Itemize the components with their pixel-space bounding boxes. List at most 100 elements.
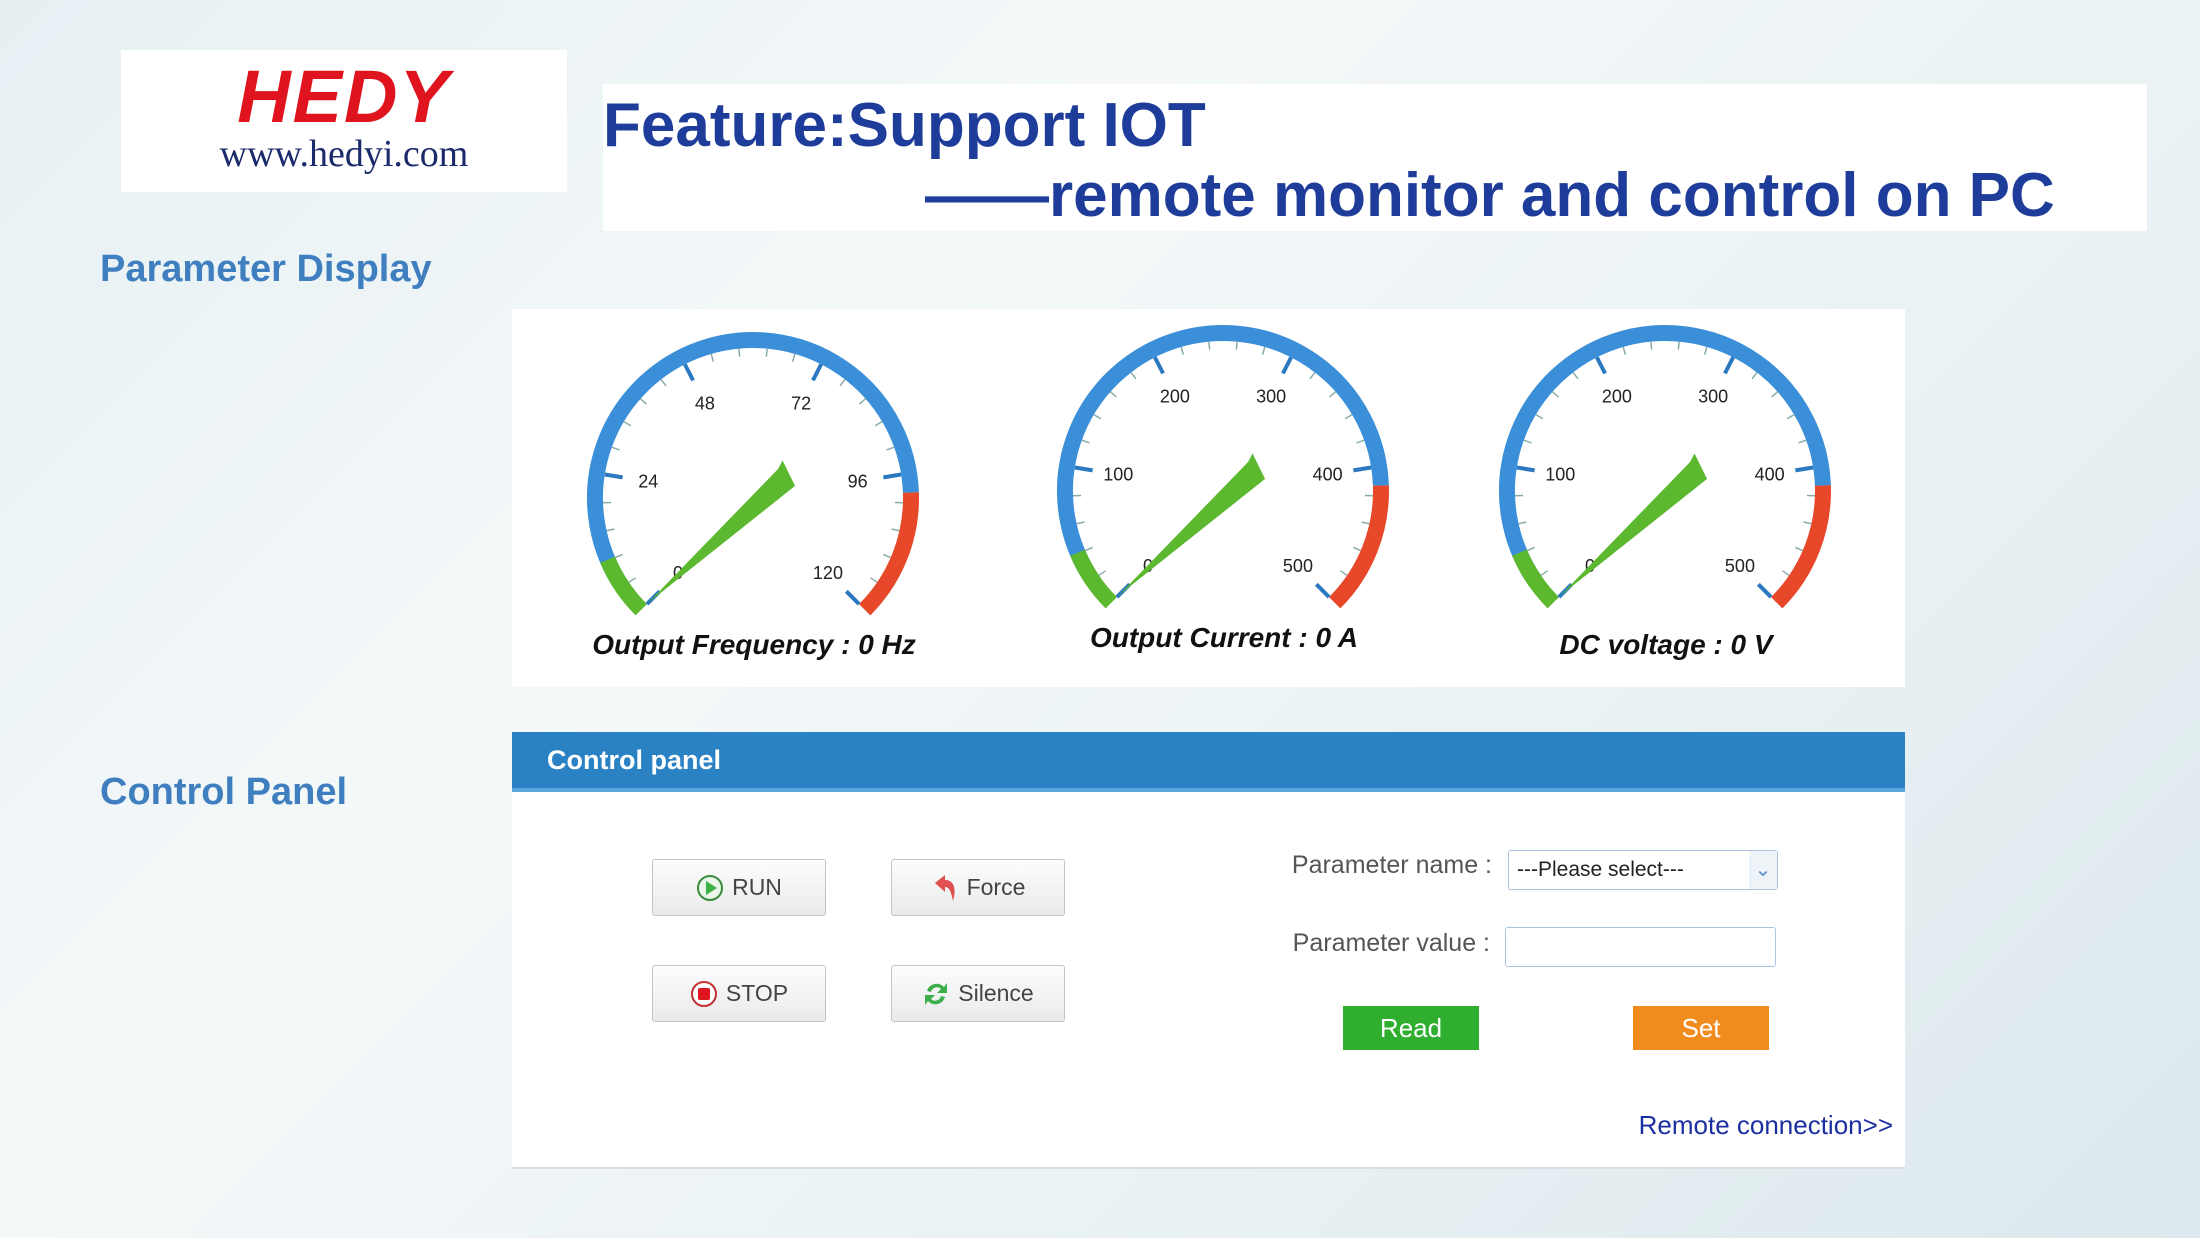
gauge-minor-tick (765, 348, 768, 357)
gauge-minor-tick (1650, 341, 1653, 350)
gauge-minor-tick (1803, 521, 1812, 525)
gauge-label: Output Current : 0 A (1089, 622, 1359, 653)
gauge-minor-tick (1344, 413, 1353, 420)
gauge-minor-tick (1677, 341, 1680, 350)
gauge-arc-low (1070, 549, 1118, 609)
gauge-minor-tick (791, 353, 796, 362)
parameter-name-select[interactable]: ---Please select--- ⌄ (1508, 850, 1778, 890)
gauge-minor-tick (1261, 346, 1266, 355)
gauge-minor-tick (1076, 521, 1085, 525)
run-label: RUN (732, 874, 782, 900)
gauge-needle (648, 460, 796, 603)
gauge-major-tick (683, 363, 695, 382)
gauge-minor-tick (660, 379, 667, 387)
gauge-minor-tick (1540, 570, 1548, 576)
gauge-minor-tick (623, 420, 632, 427)
gauge-minor-tick (615, 553, 623, 559)
gauge-minor-tick (1353, 546, 1361, 552)
gauge-minor-tick (1782, 570, 1790, 576)
gauge-needle (1118, 453, 1266, 596)
gauge-minor-tick (1786, 413, 1795, 420)
silence-button[interactable]: Silence (891, 965, 1065, 1022)
gauge-dc-voltage: 0100200300400500 DC voltage : 0 V (1456, 309, 1876, 687)
gauge-minor-tick (1208, 341, 1211, 350)
gauge-minor-tick (738, 348, 741, 357)
gauge-minor-tick (1795, 546, 1803, 552)
gauge-major-tick (811, 363, 823, 382)
gauge-minor-tick (1518, 521, 1527, 525)
stop-icon (690, 980, 717, 1007)
logo-brand: HEDY (237, 55, 451, 138)
gauge-minor-tick (859, 398, 867, 405)
gauge-tick-label: 500 (1283, 556, 1313, 576)
gauge-minor-tick (1527, 546, 1535, 552)
gauge-minor-tick (1535, 413, 1544, 420)
gauge-major-tick (844, 589, 861, 606)
gauge-arc-high (858, 492, 919, 616)
gauge-minor-tick (1235, 341, 1238, 350)
gauge-major-tick (1756, 582, 1773, 599)
remote-connection-link[interactable]: Remote connection>> (1639, 1110, 1893, 1141)
parameter-name-selected: ---Please select--- (1517, 858, 1684, 881)
gauge-minor-tick (1309, 372, 1316, 380)
gauge-minor-tick (874, 420, 883, 427)
gauge-needle (1560, 453, 1708, 596)
gauge-minor-tick (1085, 546, 1093, 552)
silence-label: Silence (958, 980, 1034, 1006)
gauge-minor-tick (1081, 439, 1090, 444)
gauge-minor-tick (870, 577, 878, 583)
control-panel-header: Control panel (512, 732, 1905, 792)
gauge-major-tick (1516, 465, 1535, 473)
gauge-major-tick (604, 472, 623, 480)
stop-button[interactable]: STOP (652, 965, 826, 1022)
stop-label: STOP (725, 980, 789, 1006)
control-panel: Control panel RUN Force STOP Silence Par… (512, 732, 1905, 1169)
gauge-tick-label: 300 (1256, 387, 1286, 407)
gauge-minor-tick (1551, 391, 1559, 398)
gauge-tick-label: 24 (638, 471, 658, 491)
gauge-tick-label: 300 (1698, 387, 1728, 407)
gauge-tick-label: 120 (813, 563, 843, 583)
logo-url: www.hedyi.com (219, 133, 469, 175)
gauge-minor-tick (628, 577, 636, 583)
chevron-down-icon: ⌄ (1749, 851, 1777, 889)
refresh-icon (925, 982, 948, 1005)
gauge-minor-tick (1109, 391, 1117, 398)
gauge-minor-tick (1130, 372, 1137, 380)
run-button[interactable]: RUN (652, 859, 826, 916)
gauge-minor-tick (1523, 439, 1532, 444)
gauge-arc-normal (587, 332, 919, 594)
read-button[interactable]: Read (1343, 1006, 1479, 1050)
gauge-major-tick (1595, 356, 1607, 375)
gauge-tick-label: 500 (1725, 556, 1755, 576)
gauge-output-frequency: 024487296120 Output Frequency : 0 Hz (544, 309, 964, 687)
parameter-name-label: Parameter name : (1291, 851, 1492, 879)
gauge-major-tick (1353, 465, 1372, 473)
gauge-tick-label: 400 (1313, 464, 1343, 484)
force-button[interactable]: Force (891, 859, 1065, 916)
parameter-value-input[interactable] (1505, 927, 1776, 967)
title-line2: ——remote monitor and control on PC (925, 161, 2055, 230)
section-parameter-display: Parameter Display (100, 248, 432, 290)
gauge-major-tick (883, 472, 902, 480)
gauge-panel: 024487296120 Output Frequency : 0 Hz 010… (512, 309, 1905, 687)
gauge-major-tick (1795, 465, 1814, 473)
gauge-label: DC voltage : 0 V (1559, 629, 1773, 660)
gauge-minor-tick (1798, 439, 1807, 444)
gauge-minor-tick (606, 528, 615, 532)
set-button[interactable]: Set (1633, 1006, 1769, 1050)
gauge-minor-tick (1180, 346, 1185, 355)
gauge-tick-label: 100 (1103, 464, 1133, 484)
gauge-minor-tick (1098, 570, 1106, 576)
gauge-minor-tick (1703, 346, 1708, 355)
gauge-tick-label: 48 (695, 394, 715, 414)
gauge-output-current: 0100200300400500 Output Current : 0 A (1014, 309, 1434, 687)
gauge-arc-low (1512, 549, 1560, 609)
gauge-arc-normal (1499, 325, 1831, 587)
play-icon (697, 874, 724, 901)
gauge-label: Output Frequency : 0 Hz (592, 629, 916, 660)
gauge-arc-high (1328, 485, 1389, 609)
gauge-major-tick (1723, 356, 1735, 375)
gauge-arc-low (600, 556, 648, 616)
parameter-value-label: Parameter value : (1292, 929, 1490, 957)
